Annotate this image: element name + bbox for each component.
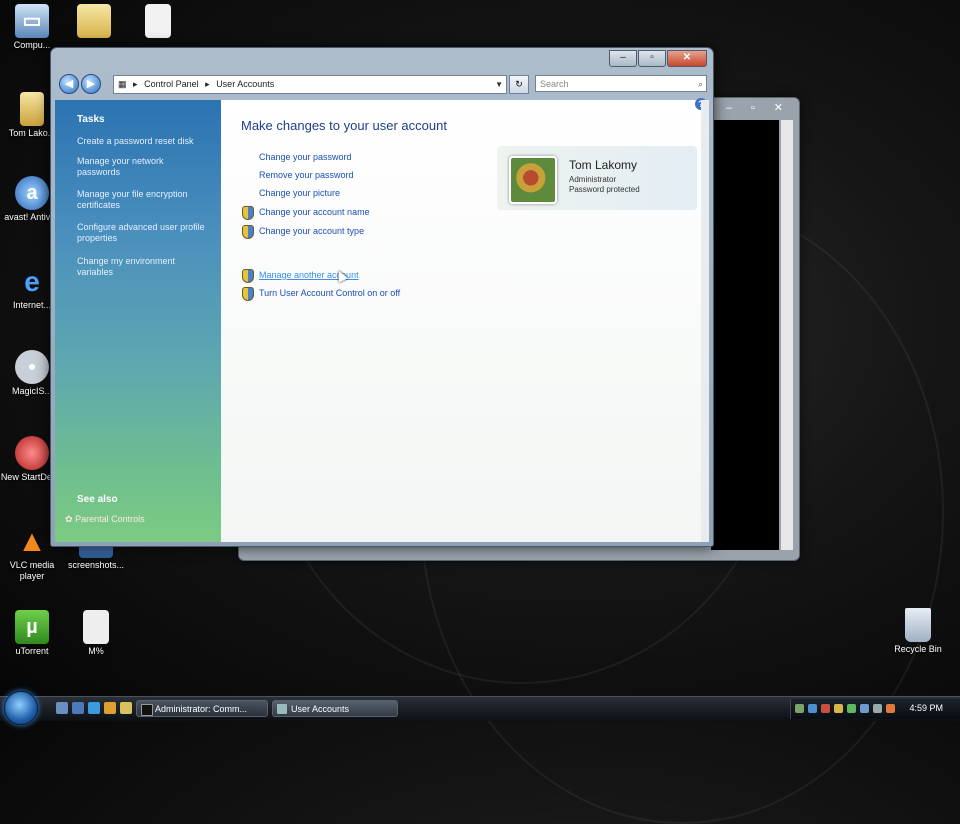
desktop-icon-folder[interactable] (62, 4, 126, 40)
document-icon (83, 610, 109, 644)
quicklaunch-media-icon[interactable] (104, 702, 116, 714)
tray-app-icon[interactable] (808, 704, 817, 713)
quicklaunch-internet-explorer-icon[interactable] (88, 702, 100, 714)
parental-controls-icon: ✿ (65, 514, 73, 524)
taskbar-button-command-prompt[interactable]: Administrator: Comm... (136, 700, 268, 717)
link-change-picture[interactable]: Change your picture (259, 188, 340, 198)
tray-arrow-icon[interactable] (795, 704, 804, 713)
uac-shield-icon (242, 206, 254, 220)
computer-icon: ▭ (15, 4, 49, 38)
user-account-card: Tom Lakomy Administrator Password protec… (497, 146, 697, 210)
refresh-button[interactable]: ↻ (509, 75, 529, 94)
user-name: Tom Lakomy (569, 158, 638, 172)
folder-icon (77, 4, 111, 38)
disc-icon (15, 350, 49, 384)
console-caption-buttons[interactable]: – ▫ ✕ (726, 101, 791, 114)
sidebar-link-file-encryption[interactable]: Manage your file encryption certificates (77, 189, 207, 211)
caption-buttons: – ▫ ✕ (609, 50, 707, 67)
vlc-cone-icon: ▲ (17, 524, 47, 558)
window-content: Tasks Create a password reset disk Manag… (55, 98, 709, 542)
avatar[interactable] (509, 156, 557, 204)
link-change-password[interactable]: Change your password (259, 152, 352, 162)
document-icon (145, 4, 171, 38)
antivirus-icon: a (15, 176, 49, 210)
system-tray: 4:59 PM (790, 699, 960, 719)
tray-app-icon[interactable] (834, 704, 843, 713)
sidebar-link-parental-controls[interactable]: ✿ Parental Controls (65, 514, 145, 525)
command-prompt-icon (141, 704, 153, 716)
recycle-bin-icon (905, 608, 931, 642)
sidebar-link-password-reset[interactable]: Create a password reset disk (77, 136, 207, 147)
navigation-bar: ◀ ▶ ▦ ▸ Control Panel ▸ User Accounts ▼ … (55, 72, 709, 96)
link-remove-password[interactable]: Remove your password (259, 170, 354, 180)
close-button[interactable]: ✕ (667, 50, 707, 67)
minimize-button[interactable]: – (609, 50, 637, 67)
search-icon[interactable]: ⌕ (698, 76, 703, 93)
vertical-scrollbar[interactable] (701, 100, 709, 542)
tray-app-icon[interactable] (821, 704, 830, 713)
search-input[interactable]: Search ⌕ (535, 75, 707, 92)
user-accounts-window[interactable]: – ▫ ✕ ◀ ▶ ▦ ▸ Control Panel ▸ User Accou… (50, 47, 714, 547)
quicklaunch-folder-icon[interactable] (120, 702, 132, 714)
tray-app-icon[interactable] (847, 704, 856, 713)
link-toggle-uac[interactable]: Turn User Account Control on or off (242, 287, 400, 301)
folder-icon (20, 92, 44, 126)
tasks-sidebar: Tasks Create a password reset disk Manag… (55, 100, 221, 542)
tray-network-icon[interactable] (860, 704, 869, 713)
address-bar[interactable]: ▦ ▸ Control Panel ▸ User Accounts ▼ (113, 75, 507, 94)
desktop-icon-computer[interactable]: ▭ Compu... (0, 4, 64, 51)
console-body (711, 120, 779, 550)
tasks-heading: Tasks (77, 114, 105, 125)
main-panel: ? Make changes to your user account Chan… (221, 98, 709, 542)
desktop-icon-recycle-bin[interactable]: Recycle Bin (886, 608, 950, 655)
maximize-button[interactable]: ▫ (638, 50, 666, 67)
desktop-icon-document[interactable] (126, 4, 190, 40)
console-scrollbar[interactable] (781, 120, 793, 550)
control-panel-icon: ▦ (118, 79, 127, 89)
user-password-status: Password protected (569, 185, 640, 194)
breadcrumb-user-accounts[interactable]: User Accounts (216, 79, 274, 89)
utorrent-icon: µ (15, 610, 49, 644)
sidebar-link-network-passwords[interactable]: Manage your network passwords (77, 156, 207, 178)
link-change-account-type[interactable]: Change your account type (242, 225, 364, 239)
sidebar-link-profile-properties[interactable]: Configure advanced user profile properti… (77, 222, 207, 244)
desktop-icon-utorrent[interactable]: µ uTorrent (0, 610, 64, 657)
tray-app-icon[interactable] (886, 704, 895, 713)
taskbar-button-user-accounts[interactable]: User Accounts (272, 700, 398, 717)
page-title: Make changes to your user account (241, 118, 447, 133)
user-role: Administrator (569, 175, 617, 184)
sidebar-link-environment-variables[interactable]: Change my environment variables (77, 256, 207, 278)
taskbar: Administrator: Comm... User Accounts 4:5… (0, 691, 960, 725)
uac-shield-icon (242, 269, 254, 283)
link-change-account-name[interactable]: Change your account name (242, 206, 370, 220)
internet-explorer-icon: e (24, 265, 40, 297)
user-accounts-icon (277, 704, 287, 714)
uac-shield-icon (242, 287, 254, 301)
forward-button[interactable]: ▶ (81, 74, 101, 94)
quicklaunch-switch-windows-icon[interactable] (72, 702, 84, 714)
back-button[interactable]: ◀ (59, 74, 79, 94)
uac-shield-icon (242, 225, 254, 239)
tray-volume-icon[interactable] (873, 704, 882, 713)
app-icon (15, 436, 49, 470)
quicklaunch-show-desktop-icon[interactable] (56, 702, 68, 714)
chevron-down-icon[interactable]: ▼ (495, 76, 503, 93)
breadcrumb-control-panel[interactable]: Control Panel (144, 79, 199, 89)
desktop-icon-file[interactable]: M% (64, 610, 128, 657)
clock[interactable]: 4:59 PM (909, 703, 943, 713)
see-also-heading: See also (77, 494, 118, 505)
